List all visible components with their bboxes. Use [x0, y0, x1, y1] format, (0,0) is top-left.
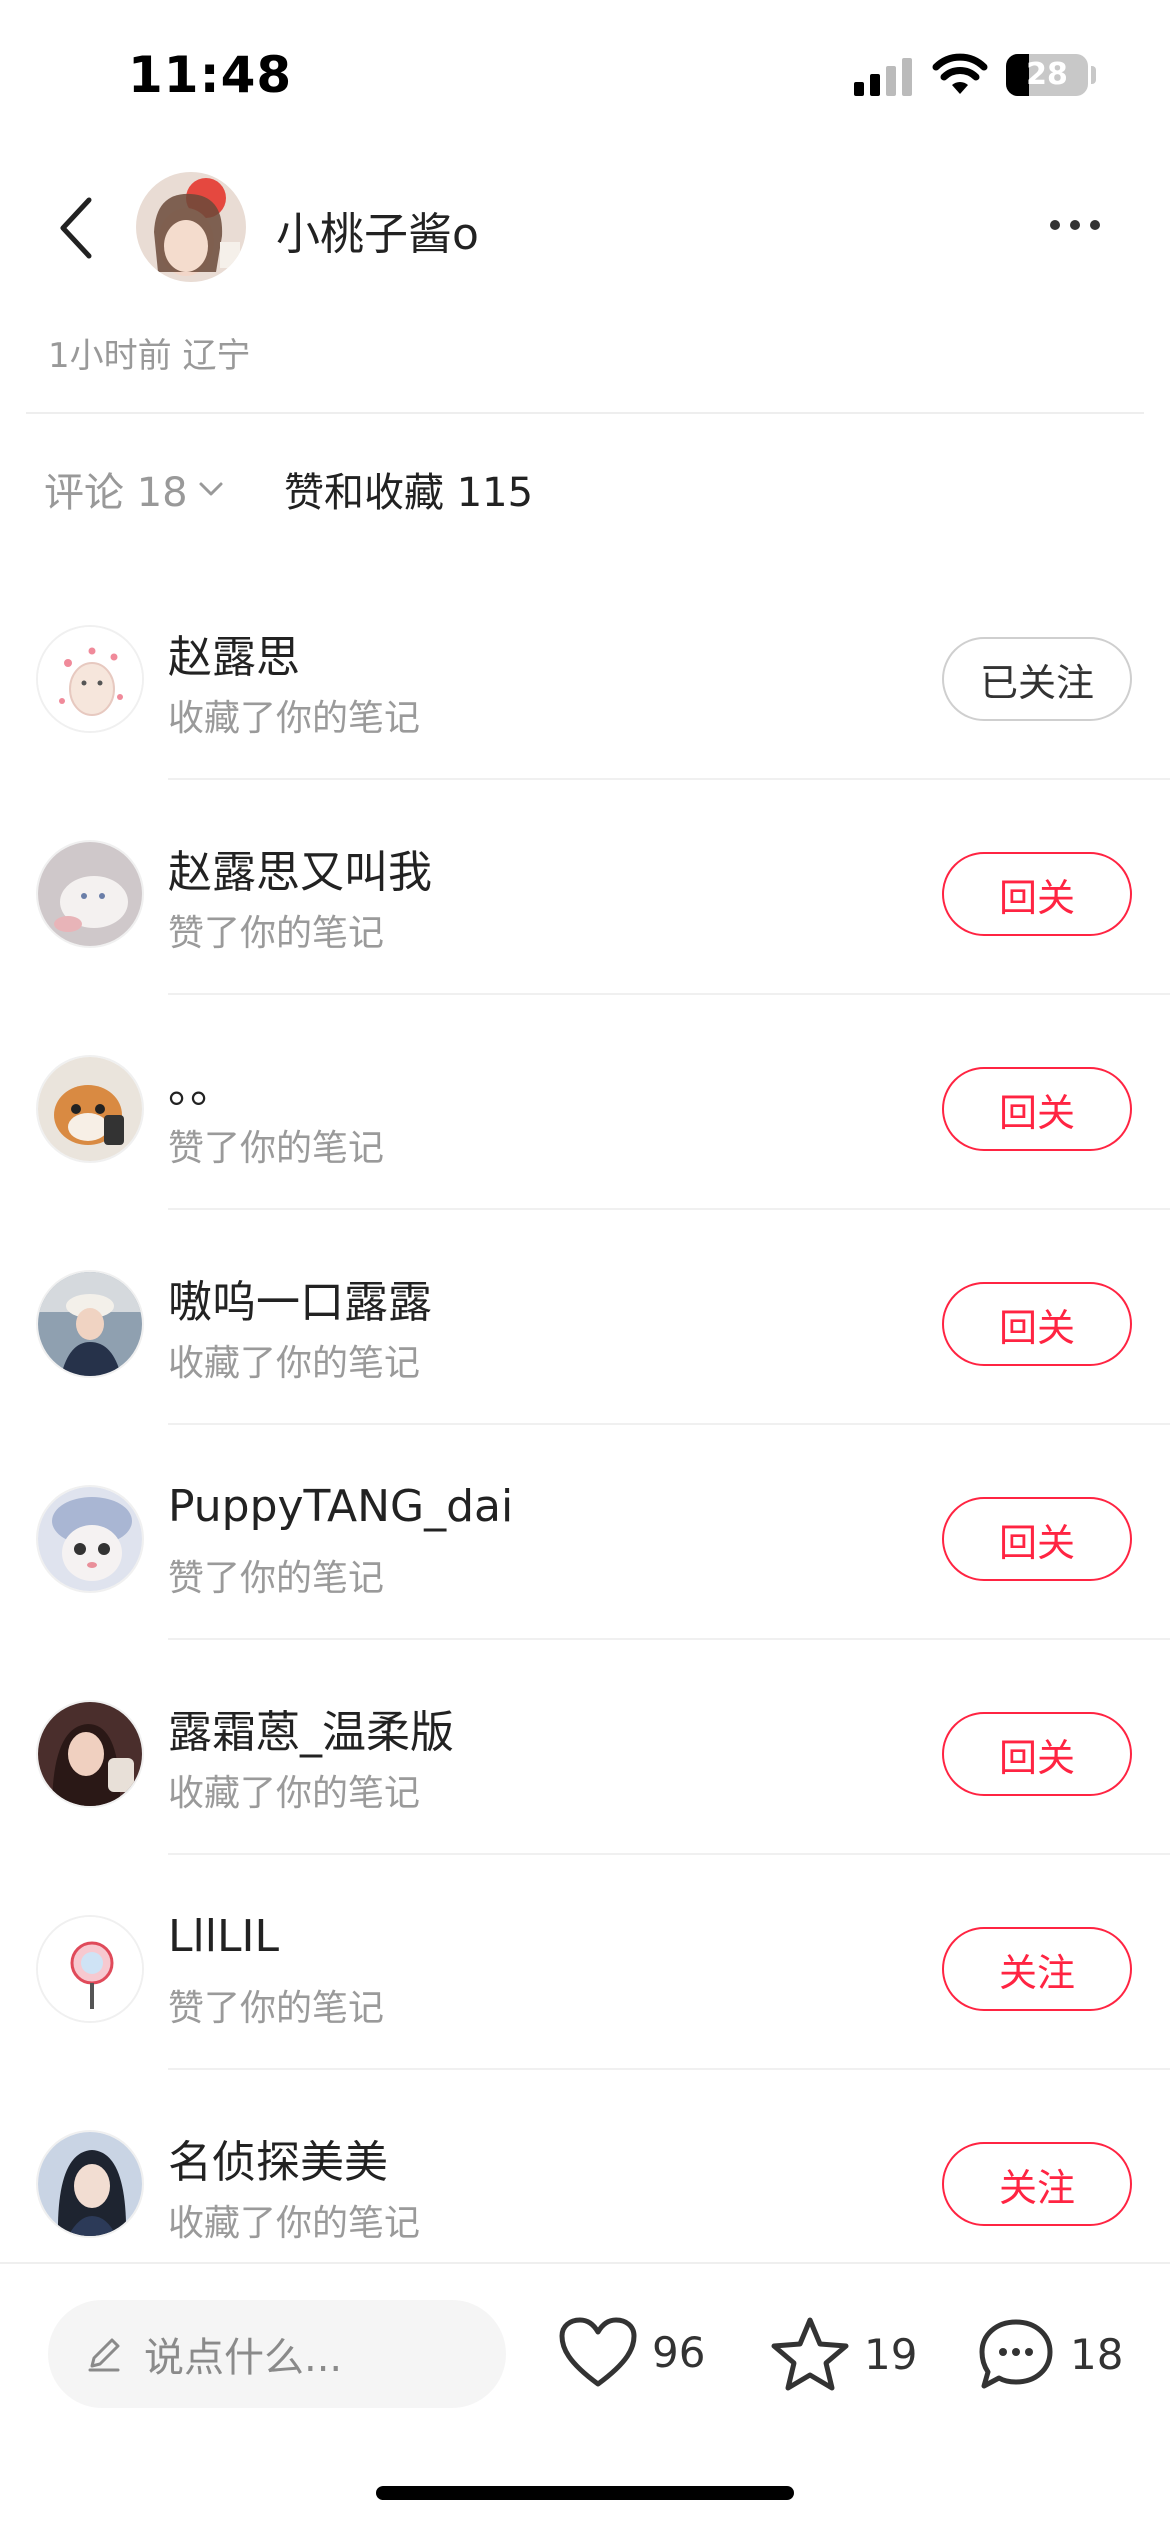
list-item[interactable]: PuppyTANG_dai 赞了你的笔记 回关 — [0, 1425, 1170, 1640]
avatar-image — [38, 627, 142, 731]
avatar-image — [38, 1487, 142, 1591]
follow-button[interactable]: 关注 — [942, 1927, 1132, 2011]
pencil-icon — [88, 2338, 120, 2372]
bottom-action-bar: 说点什么... 96 19 18 — [0, 2262, 1170, 2532]
avatar[interactable] — [36, 840, 144, 948]
comment-input[interactable]: 说点什么... — [48, 2300, 506, 2408]
avatar[interactable] — [36, 1915, 144, 2023]
more-dot-icon — [1070, 220, 1080, 230]
battery-level: 28 — [1026, 57, 1068, 92]
list-item[interactable]: 。。 赞了你的笔记 回关 — [0, 995, 1170, 1210]
avatar-image — [38, 842, 142, 946]
comment-count: 18 — [1070, 2329, 1124, 2379]
follow-button[interactable]: 关注 — [942, 2142, 1132, 2226]
user-name[interactable]: 名侦探美美 — [168, 2126, 388, 2190]
collect-count: 19 — [864, 2329, 918, 2379]
divider — [26, 412, 1144, 414]
status-bar: 11:48 28 — [0, 0, 1170, 150]
more-options-button[interactable] — [1030, 200, 1120, 250]
list-item[interactable]: 露霜蒽_温柔版 收藏了你的笔记 回关 — [0, 1640, 1170, 1855]
list-item[interactable]: 赵露思又叫我 赞了你的笔记 回关 — [0, 780, 1170, 995]
user-action: 赞了你的笔记 — [168, 913, 385, 954]
avatar[interactable] — [36, 1270, 144, 1378]
user-name[interactable]: PuppyTANG_dai — [168, 1481, 513, 1532]
user-action: 收藏了你的笔记 — [168, 698, 421, 739]
user-action: 收藏了你的笔记 — [168, 1343, 421, 1384]
like-count: 96 — [652, 2327, 706, 2377]
list-item[interactable]: 名侦探美美 收藏了你的笔记 关注 — [0, 2070, 1170, 2285]
user-action: 赞了你的笔记 — [168, 1558, 385, 1599]
list-item[interactable]: LllLIL 赞了你的笔记 关注 — [0, 1855, 1170, 2070]
battery-cap — [1091, 66, 1096, 84]
avatar-image — [38, 1057, 142, 1161]
home-indicator[interactable] — [376, 2486, 794, 2500]
note-header: 小桃子酱o — [0, 160, 1170, 300]
wifi-icon — [932, 53, 988, 94]
avatar[interactable] — [36, 1055, 144, 1163]
chevron-left-icon — [60, 197, 92, 259]
tab-likes-and-collects[interactable]: 赞和收藏 115 — [284, 460, 533, 518]
heart-icon — [559, 2317, 637, 2387]
comment-placeholder: 说点什么... — [144, 2335, 343, 2381]
follow-back-button[interactable]: 回关 — [942, 1497, 1132, 1581]
author-avatar[interactable] — [136, 172, 246, 282]
user-action: 赞了你的笔记 — [168, 1128, 385, 1169]
follow-back-button[interactable]: 回关 — [942, 1712, 1132, 1796]
user-name[interactable]: 嗷呜一口露露 — [168, 1266, 432, 1330]
user-name[interactable]: 赵露思又叫我 — [168, 836, 432, 900]
user-name[interactable]: 露霜蒽_温柔版 — [168, 1696, 454, 1760]
more-dot-icon — [1090, 220, 1100, 230]
like-button[interactable]: 96 — [558, 2316, 705, 2388]
avatar[interactable] — [36, 625, 144, 733]
follow-back-button[interactable]: 回关 — [942, 852, 1132, 936]
cellular-signal-icon — [854, 58, 912, 96]
more-dot-icon — [1050, 220, 1060, 230]
follow-back-button[interactable]: 回关 — [942, 1067, 1132, 1151]
chevron-down-icon — [199, 482, 223, 496]
back-button[interactable] — [40, 188, 110, 268]
collect-button[interactable]: 19 — [770, 2316, 917, 2392]
following-button[interactable]: 已关注 — [942, 637, 1132, 721]
author-avatar-image — [136, 172, 246, 282]
avatar-image — [38, 2132, 142, 2236]
user-action: 收藏了你的笔记 — [168, 2203, 421, 2244]
star-icon — [771, 2317, 849, 2391]
avatar-image — [38, 1272, 142, 1376]
user-name[interactable]: 赵露思 — [168, 621, 300, 685]
comment-bubble-icon — [979, 2319, 1053, 2389]
avatar-image — [38, 1702, 142, 1806]
post-meta: 1小时前 辽宁 — [48, 336, 251, 376]
tab-comments-label: 评论 18 — [44, 470, 188, 516]
status-time: 11:48 — [128, 46, 293, 104]
avatar[interactable] — [36, 1485, 144, 1593]
comment-button[interactable]: 18 — [976, 2316, 1123, 2392]
avatar[interactable] — [36, 1700, 144, 1808]
notification-tabs: 评论 18 赞和收藏 115 — [0, 460, 1170, 530]
user-name[interactable]: 。。 — [168, 1051, 234, 1115]
tab-comments[interactable]: 评论 18 — [44, 460, 224, 518]
battery-icon: 28 — [1006, 54, 1088, 96]
avatar[interactable] — [36, 2130, 144, 2238]
user-name[interactable]: LllLIL — [168, 1911, 279, 1962]
avatar-image — [38, 1917, 142, 2021]
list-item[interactable]: 嗷呜一口露露 收藏了你的笔记 回关 — [0, 1210, 1170, 1425]
user-action: 赞了你的笔记 — [168, 1988, 385, 2029]
follow-back-button[interactable]: 回关 — [942, 1282, 1132, 1366]
author-name[interactable]: 小桃子酱o — [276, 198, 479, 262]
list-item[interactable]: 赵露思 收藏了你的笔记 已关注 — [0, 565, 1170, 780]
user-action: 收藏了你的笔记 — [168, 1773, 421, 1814]
notification-list: 赵露思 收藏了你的笔记 已关注 赵露思又叫我 赞了你的笔记 回关 。。 赞了你的… — [0, 565, 1170, 2285]
